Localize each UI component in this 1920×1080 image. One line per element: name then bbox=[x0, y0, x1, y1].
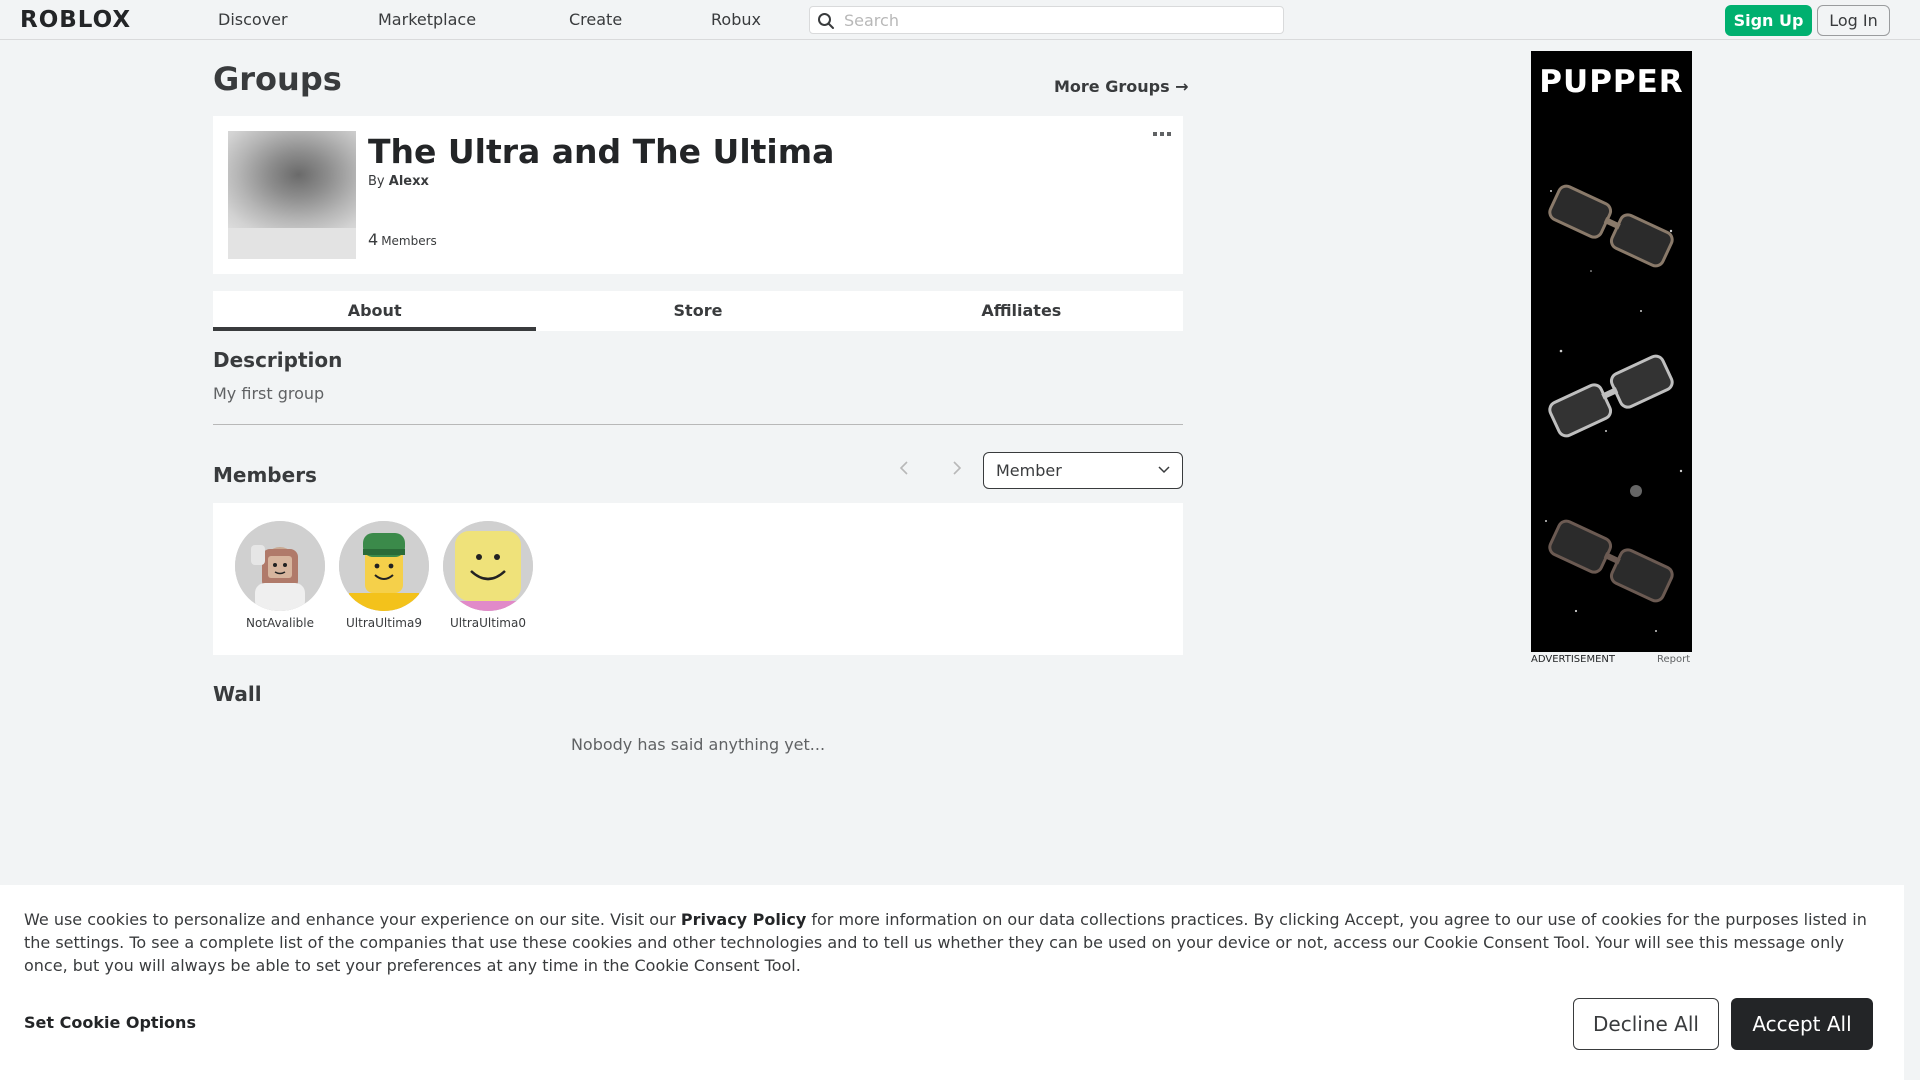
more-options-icon[interactable] bbox=[1152, 130, 1172, 138]
tab-about[interactable]: About bbox=[213, 291, 537, 331]
role-select[interactable]: Member bbox=[983, 452, 1183, 489]
nav-discover[interactable]: Discover bbox=[218, 0, 288, 40]
cookie-text-before: We use cookies to personalize and enhanc… bbox=[24, 910, 681, 929]
set-cookie-options-link[interactable]: Set Cookie Options bbox=[24, 1013, 196, 1032]
wall-heading: Wall bbox=[213, 682, 262, 706]
advertisement[interactable]: PUPPER bbox=[1531, 51, 1692, 652]
members-list: NotAvalible UltraUltima9 UltraUltima0 bbox=[213, 503, 1183, 655]
member-card[interactable]: UltraUltima0 bbox=[436, 521, 540, 630]
sign-up-button[interactable]: Sign Up bbox=[1725, 5, 1812, 36]
search-input[interactable] bbox=[844, 10, 1274, 30]
log-in-button[interactable]: Log In bbox=[1817, 5, 1890, 36]
wall-empty-message: Nobody has said anything yet... bbox=[570, 735, 826, 754]
search-icon[interactable] bbox=[817, 12, 835, 30]
decline-all-button[interactable]: Decline All bbox=[1573, 998, 1719, 1050]
page-title: Groups bbox=[213, 60, 342, 98]
tab-affiliates[interactable]: Affiliates bbox=[860, 291, 1183, 331]
top-navigation-bar: ROBLOX Discover Marketplace Create Robux… bbox=[0, 0, 1920, 40]
ad-report-link[interactable]: Report bbox=[1657, 654, 1690, 665]
roblox-logo[interactable]: ROBLOX bbox=[20, 6, 131, 34]
cookie-consent-text: We use cookies to personalize and enhanc… bbox=[24, 908, 1884, 977]
previous-page-button[interactable] bbox=[894, 460, 914, 480]
group-header-card: The Ultra and The Ultima By Alexx 4 Membe… bbox=[213, 116, 1183, 274]
member-card[interactable]: UltraUltima9 bbox=[332, 521, 436, 630]
members-heading: Members bbox=[213, 463, 317, 487]
member-name[interactable]: UltraUltima0 bbox=[436, 616, 540, 630]
accept-all-button[interactable]: Accept All bbox=[1731, 998, 1873, 1050]
group-tabs: About Store Affiliates bbox=[213, 291, 1183, 331]
member-card[interactable]: NotAvalible bbox=[228, 521, 332, 630]
next-page-button[interactable] bbox=[947, 460, 967, 480]
chevron-down-icon bbox=[1158, 466, 1170, 474]
nav-create[interactable]: Create bbox=[569, 0, 622, 40]
chevron-left-icon bbox=[899, 461, 908, 475]
by-prefix: By bbox=[368, 174, 385, 189]
member-count-value: 4 bbox=[368, 230, 379, 249]
role-select-value: Member bbox=[996, 461, 1062, 480]
avatar-girl-icon[interactable] bbox=[235, 521, 325, 611]
tab-store[interactable]: Store bbox=[536, 291, 859, 331]
avatar-noob-icon[interactable] bbox=[443, 521, 533, 611]
ad-sunglasses-image bbox=[1545, 184, 1683, 632]
member-count: 4 Members bbox=[368, 230, 437, 249]
page-scrollbar[interactable] bbox=[1904, 40, 1920, 1080]
group-emblem bbox=[228, 131, 356, 259]
member-name[interactable]: NotAvalible bbox=[228, 616, 332, 630]
more-groups-link[interactable]: More Groups → bbox=[1054, 77, 1189, 96]
cookie-consent-banner: We use cookies to personalize and enhanc… bbox=[0, 885, 1904, 1080]
privacy-policy-link[interactable]: Privacy Policy bbox=[681, 910, 806, 929]
description-text: My first group bbox=[213, 384, 325, 403]
group-emblem-image bbox=[228, 131, 356, 228]
advertisement-label: ADVERTISEMENT bbox=[1531, 654, 1616, 665]
member-name[interactable]: UltraUltima9 bbox=[332, 616, 436, 630]
group-owner-link[interactable]: Alexx bbox=[389, 174, 429, 189]
member-count-label: Members bbox=[381, 234, 437, 248]
description-heading: Description bbox=[213, 348, 343, 372]
nav-marketplace[interactable]: Marketplace bbox=[378, 0, 476, 40]
avatar-noob-cap-icon[interactable] bbox=[339, 521, 429, 611]
chevron-right-icon bbox=[953, 461, 962, 475]
nav-robux[interactable]: Robux bbox=[711, 0, 761, 40]
search-box bbox=[809, 6, 1284, 34]
divider bbox=[213, 424, 1183, 425]
group-owner-line: By Alexx bbox=[368, 174, 429, 189]
group-name: The Ultra and The Ultima bbox=[368, 132, 835, 171]
